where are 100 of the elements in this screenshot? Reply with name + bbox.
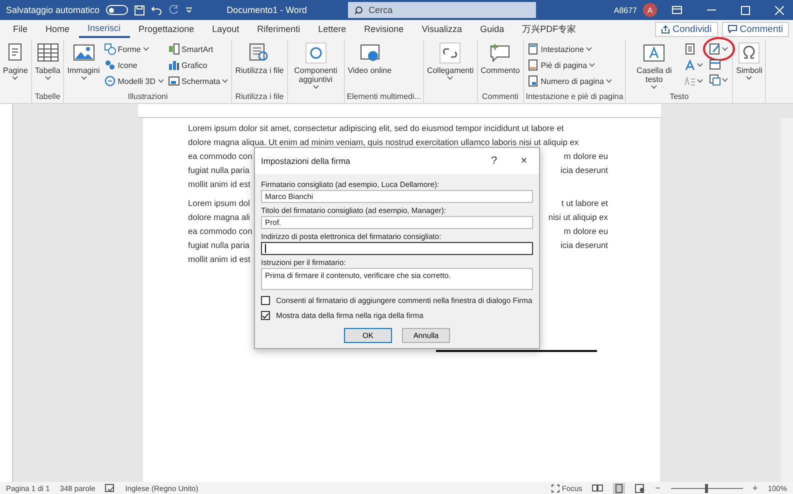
- link-icon: [438, 41, 462, 65]
- ribbon-button[interactable]: Riutilizza i file: [234, 40, 285, 92]
- ribbon-button[interactable]: Modelli 3D: [102, 74, 165, 88]
- chart-icon: [168, 59, 180, 71]
- close-button[interactable]: ×: [509, 150, 539, 172]
- window-title: Documento1 - Word: [226, 5, 308, 15]
- print-layout-icon[interactable]: [613, 482, 626, 494]
- text-fragment: t ut labore et: [561, 198, 608, 208]
- ribbon-tab[interactable]: 万兴PDF专家: [513, 20, 586, 38]
- ribbon-button[interactable]: Icone: [102, 58, 165, 72]
- input-field[interactable]: [261, 242, 533, 255]
- ribbon-button[interactable]: Pagine: [2, 40, 29, 92]
- ribbon-button[interactable]: Componenti aggiuntivi: [290, 40, 342, 92]
- ribbon-button[interactable]: Tabella: [34, 40, 62, 92]
- read-mode-icon[interactable]: [592, 484, 604, 492]
- smartart-icon: [168, 43, 180, 55]
- ribbon-icon-button[interactable]: [706, 42, 730, 56]
- text-fragment: mollit anim id est: [188, 179, 250, 189]
- text-fragment: Lorem ipsum dolor sit amet, consectetur adipiscing elit, sed do eiusmod tempor incididunt ut labore et: [188, 123, 564, 133]
- help-button[interactable]: ?: [479, 150, 509, 172]
- ribbon-tab[interactable]: Home: [36, 20, 79, 38]
- shapes-icon: [104, 43, 116, 55]
- ribbon-button[interactable]: Immagini: [66, 40, 101, 92]
- proofing-icon[interactable]: [105, 484, 116, 492]
- footer-icon: [526, 59, 539, 71]
- save-icon[interactable]: [134, 4, 145, 16]
- search-field[interactable]: Cerca: [348, 2, 536, 18]
- group-label: Illustrazioni: [128, 92, 168, 101]
- text-fragment: dolore magna aliqua. Ut enim ad minim veniam, quis nostrud exercitation ullamco laboris nisi ut aliquip ex: [188, 137, 579, 147]
- people-icon: [104, 59, 116, 71]
- text-fragment: icia deserunt: [560, 165, 608, 175]
- ribbon-tab[interactable]: Visualizza: [412, 20, 472, 38]
- zoom-thumb[interactable]: [705, 484, 708, 492]
- autosave-label: Salvataggio automatico: [6, 5, 100, 15]
- checkbox[interactable]: [261, 296, 270, 305]
- web-layout-icon[interactable]: [635, 484, 646, 492]
- ribbon-tab[interactable]: Revisione: [355, 20, 413, 38]
- checkbox[interactable]: [261, 311, 270, 320]
- ribbon-button[interactable]: Piè di pagina: [526, 58, 613, 72]
- undo-icon[interactable]: [150, 5, 163, 15]
- screenshot-icon: [168, 75, 180, 87]
- text-fragment: fugiat nulla paria: [188, 165, 250, 175]
- ribbon-tab[interactable]: Layout: [203, 20, 248, 38]
- ribbon-button[interactable]: Simboli: [735, 40, 764, 92]
- drop-cap-icon: [684, 75, 696, 87]
- group-label: Tabelle: [34, 92, 60, 101]
- user-name: A8677: [614, 6, 637, 14]
- zoom-in-button[interactable]: +: [752, 483, 758, 493]
- user-avatar[interactable]: A: [643, 3, 657, 17]
- customize-icon[interactable]: [184, 6, 193, 14]
- ribbon-button[interactable]: Schermata: [166, 74, 230, 88]
- ribbon-tab[interactable]: Lettere: [309, 20, 356, 38]
- ribbon-tab[interactable]: Guida: [471, 20, 514, 38]
- add-in-icon: [304, 41, 328, 65]
- redo-icon[interactable]: [168, 5, 179, 15]
- date-icon: [709, 58, 722, 70]
- ribbon-button[interactable]: Intestazione: [526, 42, 613, 56]
- ribbon-button[interactable]: Forme: [102, 42, 165, 56]
- share-button[interactable]: Condividi: [654, 22, 718, 36]
- autosave-toggle[interactable]: [106, 5, 128, 15]
- focus-icon: [550, 484, 560, 492]
- group-label: Commenti: [482, 92, 518, 101]
- ribbon-button[interactable]: Numero di pagina: [526, 74, 613, 88]
- share-icon: [660, 24, 670, 34]
- ribbon-button[interactable]: Commento: [480, 40, 521, 92]
- ribbon-button[interactable]: Collegamenti: [426, 40, 475, 92]
- text-fragment: icia deserunt: [560, 240, 608, 250]
- omega-icon: [737, 41, 762, 65]
- zoom-out-button[interactable]: −: [655, 483, 661, 493]
- ribbon-button[interactable]: Casella di testo: [628, 40, 680, 92]
- search-icon: [354, 6, 363, 14]
- text-fragment: m dolore eu: [564, 226, 608, 236]
- object-icon: [709, 74, 722, 86]
- ribbon-tab[interactable]: Riferimenti: [248, 20, 310, 38]
- dialog-title: Impostazioni della firma: [261, 156, 350, 166]
- group-label: Intestazione e piè di pagina: [526, 92, 624, 101]
- ribbon-button[interactable]: SmartArt: [166, 42, 230, 56]
- text-fragment: ea commodo con: [188, 151, 252, 161]
- ribbon-tab[interactable]: Progettazione: [130, 20, 204, 38]
- cube-icon: [104, 75, 116, 87]
- text-fragment: nisi ut aliquip ex: [548, 212, 608, 222]
- ribbon-button[interactable]: Video online: [346, 40, 393, 92]
- header-icon: [526, 43, 539, 55]
- text-fragment: fugiat nulla paria: [188, 240, 250, 250]
- comment-icon: [488, 41, 512, 65]
- wordart-icon: [684, 59, 696, 71]
- page-number-icon: [526, 75, 539, 87]
- group-label: Testo: [670, 92, 689, 101]
- quick-parts-icon: [684, 43, 696, 55]
- ribbon-icon-button[interactable]: [707, 57, 724, 71]
- group-label: Riutilizza i file: [235, 92, 284, 101]
- ribbon-icon-button[interactable]: [707, 73, 730, 87]
- ribbon-tab[interactable]: File: [4, 20, 37, 38]
- group-label: Elementi multimedi...: [346, 92, 421, 101]
- text-fragment: m dolore eu: [564, 151, 608, 161]
- ribbon-button[interactable]: Grafico: [166, 58, 230, 72]
- comments-button[interactable]: Commenti: [722, 22, 789, 36]
- text-fragment: mollit anim id est: [188, 254, 250, 264]
- text-fragment: ea commodo con: [188, 226, 252, 236]
- comment-icon: [728, 25, 737, 33]
